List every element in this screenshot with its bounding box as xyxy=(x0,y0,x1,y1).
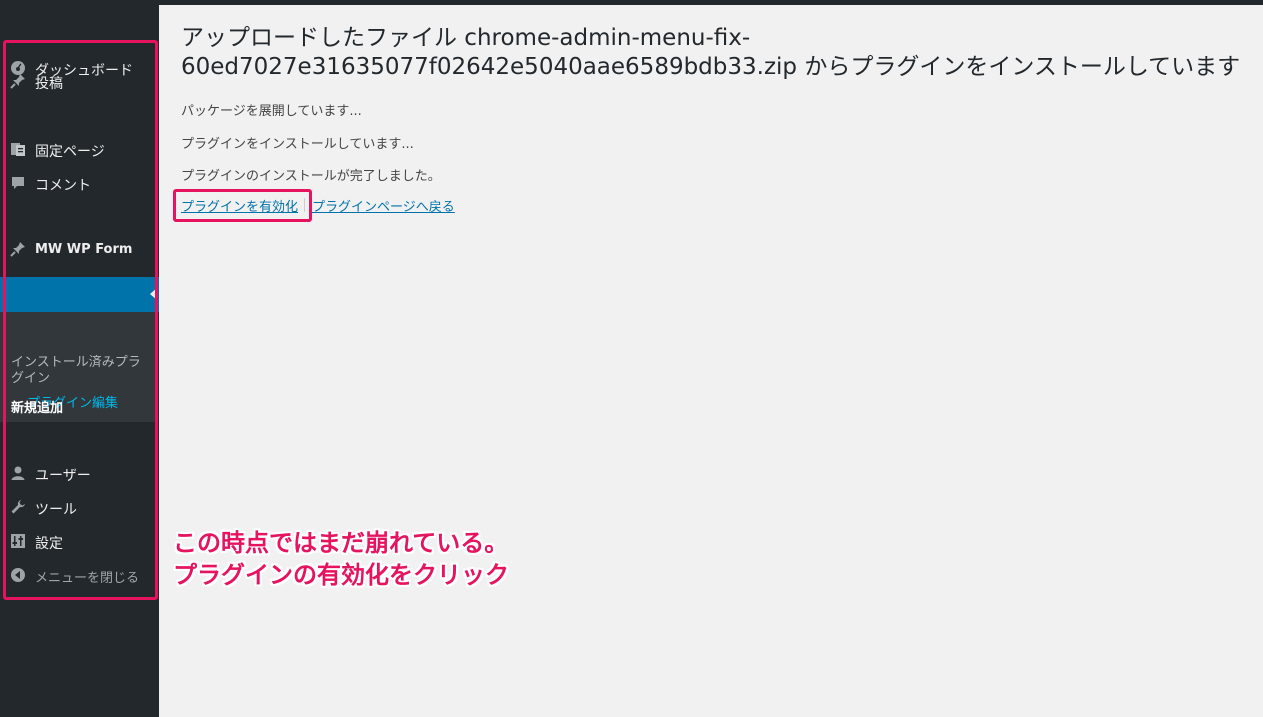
sidebar-highlight-box xyxy=(3,40,158,600)
page-title-line1: アップロードしたファイル chrome-admin-menu-fix- xyxy=(181,25,751,51)
status-unpacking: パッケージを展開しています... xyxy=(181,104,362,119)
page-title: アップロードしたファイル chrome-admin-menu-fix- 60ed… xyxy=(181,24,1241,82)
page-title-line2: 60ed7027e31635077f02642e5040aae6589bdb33… xyxy=(181,54,1241,80)
return-to-plugins-link[interactable]: プラグインページへ戻る xyxy=(312,196,455,215)
annotation-line2: プラグインの有効化をクリック xyxy=(173,561,509,589)
annotation-text: この時点ではまだ崩れている。 プラグインの有効化をクリック xyxy=(173,527,509,591)
activate-link-highlight-box xyxy=(173,189,312,222)
annotation-line1: この時点ではまだ崩れている。 xyxy=(173,529,509,557)
status-installing: プラグインをインストールしています... xyxy=(181,137,414,152)
status-complete: プラグインのインストールが完了しました。 xyxy=(181,169,441,184)
